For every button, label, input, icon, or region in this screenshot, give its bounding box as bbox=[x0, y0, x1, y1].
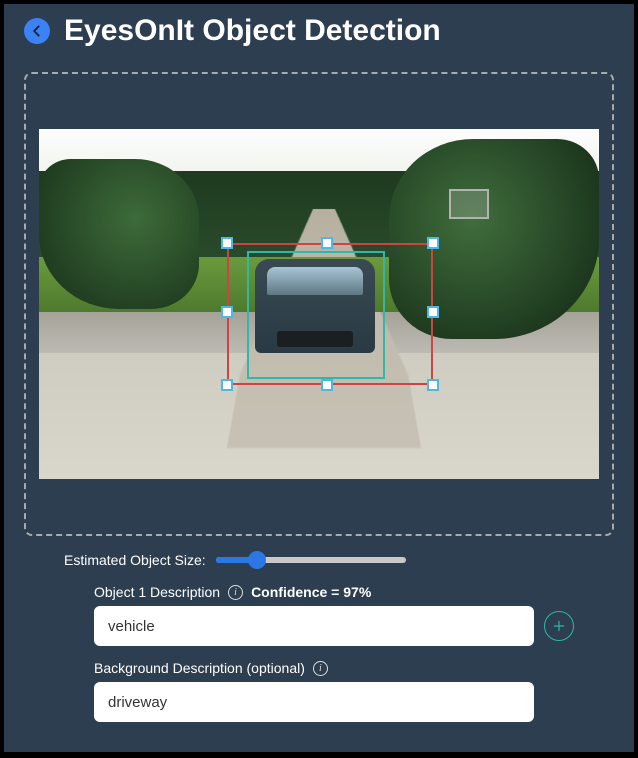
confidence-value: Confidence = 97% bbox=[251, 584, 371, 600]
back-button[interactable] bbox=[24, 18, 50, 44]
resize-handle[interactable] bbox=[427, 379, 439, 391]
detection-image bbox=[39, 129, 599, 479]
background-description-input[interactable] bbox=[94, 682, 534, 722]
resize-handle[interactable] bbox=[427, 237, 439, 249]
resize-handle[interactable] bbox=[427, 306, 439, 318]
resize-handle[interactable] bbox=[221, 379, 233, 391]
slider-thumb[interactable] bbox=[248, 551, 266, 569]
image-dropzone[interactable] bbox=[24, 72, 614, 536]
resize-handle[interactable] bbox=[321, 379, 333, 391]
detection-box-inner[interactable] bbox=[247, 251, 385, 379]
resize-handle[interactable] bbox=[321, 237, 333, 249]
object1-label: Object 1 Description bbox=[94, 584, 220, 600]
resize-handle[interactable] bbox=[221, 306, 233, 318]
arrow-left-icon bbox=[30, 24, 44, 38]
plus-icon bbox=[552, 619, 566, 633]
object1-description-input[interactable] bbox=[94, 606, 534, 646]
object-size-slider[interactable] bbox=[216, 557, 406, 563]
info-icon[interactable]: i bbox=[228, 585, 243, 600]
resize-handle[interactable] bbox=[221, 237, 233, 249]
add-object-button[interactable] bbox=[544, 611, 574, 641]
object-size-label: Estimated Object Size: bbox=[64, 552, 206, 568]
background-label: Background Description (optional) bbox=[94, 660, 305, 676]
info-icon[interactable]: i bbox=[313, 661, 328, 676]
page-title: EyesOnIt Object Detection bbox=[64, 14, 441, 48]
